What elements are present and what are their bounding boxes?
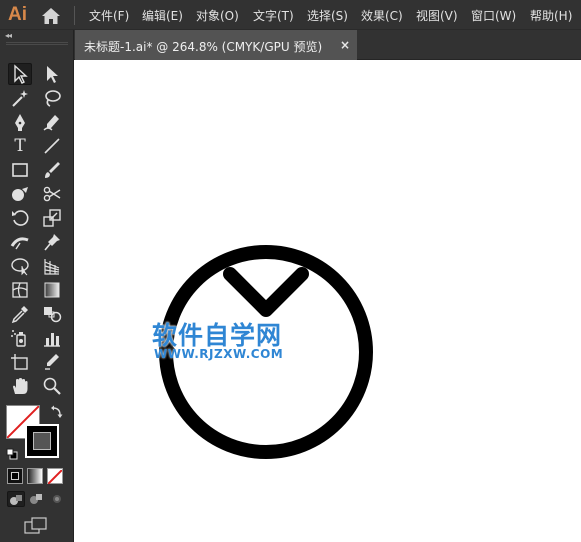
- default-fill-stroke-icon[interactable]: [6, 445, 18, 460]
- scale-tool-icon[interactable]: [40, 207, 64, 229]
- swap-fill-stroke-icon[interactable]: [50, 404, 64, 418]
- draw-normal-mode-icon[interactable]: [7, 491, 25, 507]
- perspective-grid-tool-icon[interactable]: [40, 255, 64, 277]
- selection-tool-icon[interactable]: [8, 63, 32, 85]
- collapse-panel-icon[interactable]: ◂◂: [5, 31, 12, 40]
- watermark-url: WWW.RJZXW.COM: [154, 347, 284, 361]
- document-tab-bar: 未标题-1.ai* @ 264.8% (CMYK/GPU 预览) ×: [74, 30, 581, 60]
- rectangle-tool-icon[interactable]: [8, 159, 32, 181]
- menu-bar: Ai 文件(F) 编辑(E) 对象(O) 文字(T) 选择(S) 效果(C) 视…: [0, 0, 581, 30]
- menu-view[interactable]: 视图(V): [416, 7, 458, 24]
- gradient-mode-button[interactable]: [27, 468, 43, 484]
- menu-window[interactable]: 窗口(W): [471, 7, 516, 24]
- scissors-tool-icon[interactable]: [40, 183, 64, 205]
- symbol-sprayer-tool-icon[interactable]: [8, 327, 32, 349]
- blend-tool-icon[interactable]: [40, 303, 64, 325]
- paintbrush-tool-icon[interactable]: [40, 159, 64, 181]
- draw-behind-mode-icon[interactable]: [28, 491, 46, 507]
- draw-inside-mode-icon[interactable]: [49, 491, 67, 507]
- magic-wand-tool-icon[interactable]: [8, 87, 32, 109]
- app-logo: Ai: [8, 4, 27, 25]
- lasso-tool-icon[interactable]: [40, 87, 64, 109]
- slice-tool-icon[interactable]: [40, 351, 64, 373]
- column-graph-tool-icon[interactable]: [40, 327, 64, 349]
- pen-tool-icon[interactable]: [8, 111, 32, 133]
- menu-separator: [74, 6, 75, 25]
- screen-mode-icon[interactable]: [24, 517, 48, 535]
- none-mode-button[interactable]: [47, 468, 63, 485]
- menu-type[interactable]: 文字(T): [253, 7, 294, 24]
- mesh-tool-icon[interactable]: [8, 279, 32, 301]
- clock-artwork[interactable]: [74, 60, 581, 542]
- line-segment-tool-icon[interactable]: [40, 135, 64, 157]
- tools-panel: ◂◂ T: [0, 30, 74, 542]
- artboard-canvas[interactable]: 软件自学网 WWW.RJZXW.COM: [74, 60, 581, 542]
- curvature-tool-icon[interactable]: [40, 111, 64, 133]
- menu-object[interactable]: 对象(O): [196, 7, 239, 24]
- width-tool-icon[interactable]: [8, 231, 32, 253]
- menu-effect[interactable]: 效果(C): [361, 7, 403, 24]
- document-tab[interactable]: 未标题-1.ai* @ 264.8% (CMYK/GPU 预览) ×: [75, 30, 357, 60]
- eyedropper-tool-icon[interactable]: [8, 303, 32, 325]
- home-icon[interactable]: [41, 7, 61, 25]
- rotate-tool-icon[interactable]: [8, 207, 32, 229]
- panel-grip[interactable]: [6, 42, 68, 45]
- shape-builder-tool-icon[interactable]: [8, 255, 32, 277]
- gradient-tool-icon[interactable]: [40, 279, 64, 301]
- menu-help[interactable]: 帮助(H): [530, 7, 572, 24]
- close-tab-icon[interactable]: ×: [340, 38, 350, 52]
- menu-file[interactable]: 文件(F): [89, 7, 129, 24]
- puppet-warp-tool-icon[interactable]: [40, 231, 64, 253]
- chevron-down-shape[interactable]: [223, 267, 309, 317]
- hand-tool-icon[interactable]: [8, 375, 32, 397]
- direct-selection-tool-icon[interactable]: [40, 63, 64, 85]
- document-tab-title: 未标题-1.ai* @ 264.8% (CMYK/GPU 预览): [84, 40, 323, 54]
- zoom-tool-icon[interactable]: [40, 375, 64, 397]
- illustrator-window: Ai 文件(F) 编辑(E) 对象(O) 文字(T) 选择(S) 效果(C) 视…: [0, 0, 581, 542]
- stroke-swatch[interactable]: [25, 424, 59, 458]
- artboard-tool-icon[interactable]: [8, 351, 32, 373]
- shaper-tool-icon[interactable]: [8, 183, 32, 205]
- menu-select[interactable]: 选择(S): [307, 7, 348, 24]
- type-tool-icon[interactable]: T: [8, 135, 32, 157]
- menu-edit[interactable]: 编辑(E): [142, 7, 183, 24]
- color-mode-button[interactable]: [7, 468, 23, 484]
